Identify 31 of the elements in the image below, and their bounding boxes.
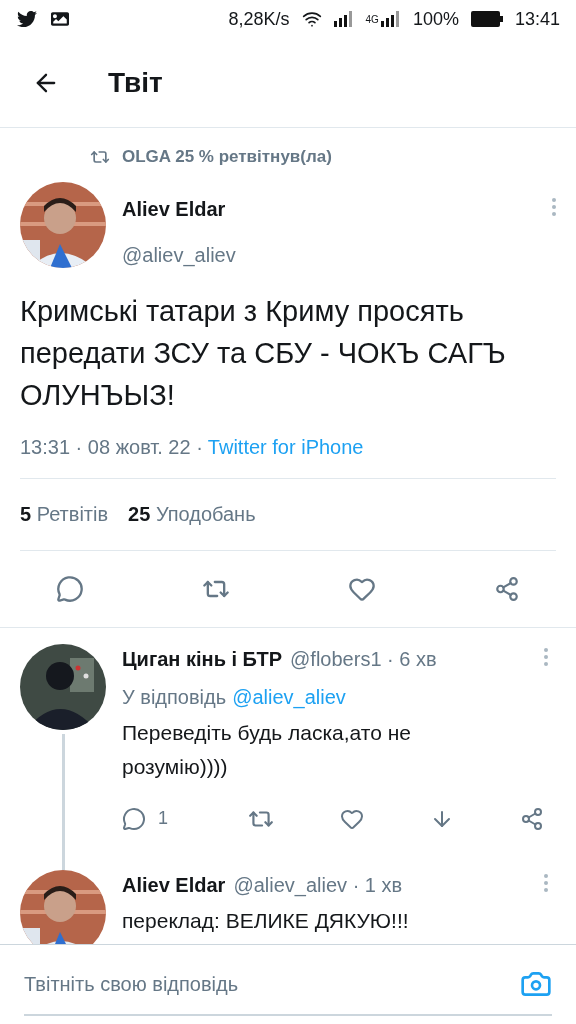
- share-icon[interactable]: [520, 806, 544, 831]
- network-speed: 8,28K/s: [228, 7, 290, 31]
- reply-icon[interactable]: [122, 806, 146, 831]
- stat-count[interactable]: 25 Уподобань: [128, 499, 256, 529]
- reply-author-name: Циган кінь і БТР: [122, 646, 283, 672]
- battery-percent: 100%: [412, 7, 459, 31]
- reply-text: Переведіть будь ласка,ато не розумію)))): [122, 719, 412, 780]
- image-icon: [50, 10, 70, 28]
- reply-text: переклад: ВЕЛИКЕ ДЯКУЮ!!!: [122, 907, 410, 934]
- signal-icon: [380, 11, 401, 27]
- reply-handle-time: @flobers1 · 6 хв: [290, 646, 437, 672]
- page-title: Твіт: [108, 65, 163, 100]
- stat-count[interactable]: 5 Ретвітів: [20, 499, 109, 529]
- reply-input-field[interactable]: Твітніть свою відповідь: [24, 968, 508, 999]
- tweet-timestamp: 13:31 · 08 жовт. 22 ·: [20, 434, 203, 460]
- network-type: 4G: [365, 12, 379, 27]
- hotspot-icon: [301, 9, 322, 29]
- battery-icon: [470, 11, 503, 27]
- bird-icon: [16, 9, 38, 29]
- reply-handle-time: @aliev_aliev · 1 хв: [233, 872, 403, 899]
- retweet-label: OLGA 25 % ретвітнув(ла): [122, 146, 332, 168]
- reply-icon[interactable]: [56, 574, 84, 603]
- share-icon[interactable]: [494, 575, 520, 602]
- tweet-text: Кримські татари з Криму просять передати ЗСУ та СБУ - ЧОКЪ САГЪ ОЛУНЪЫЗ!: [20, 293, 507, 413]
- reply-author-name: Aliev Eldar: [122, 872, 226, 898]
- author-handle: @aliev_aliev: [122, 242, 237, 269]
- reply-to-label: У відповідь: [122, 684, 227, 710]
- author-name: Aliev Eldar: [122, 196, 227, 222]
- signal-icon: [333, 11, 354, 27]
- clock: 13:41: [514, 7, 560, 31]
- reply-count: 1: [158, 807, 168, 830]
